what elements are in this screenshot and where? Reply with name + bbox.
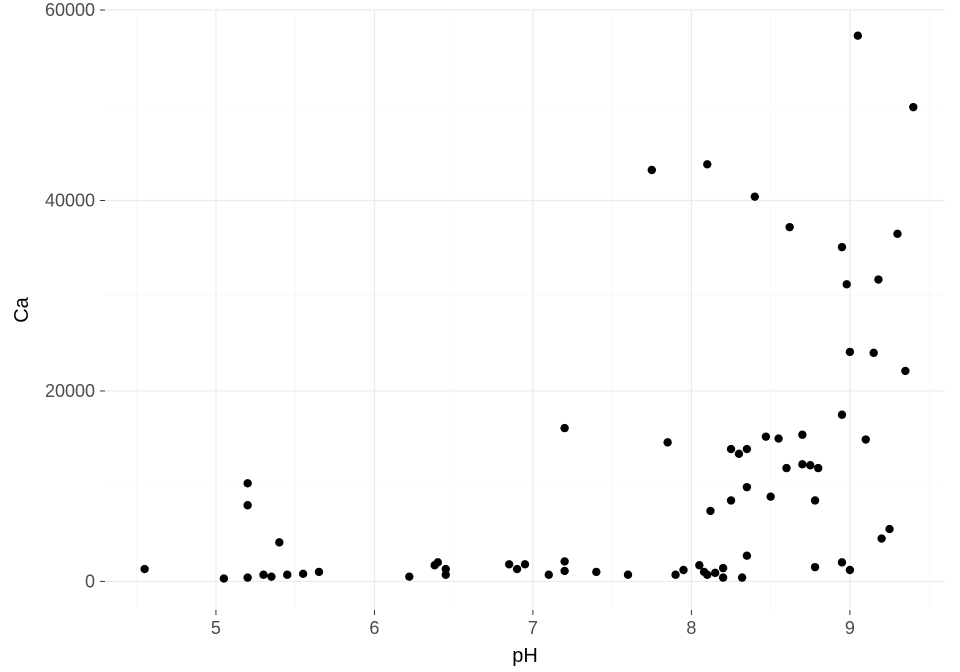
y-axis-title: Ca — [11, 296, 33, 322]
data-point — [560, 557, 568, 565]
data-point — [843, 280, 851, 288]
data-point — [648, 166, 656, 174]
data-point — [243, 573, 251, 581]
x-tick-label: 7 — [528, 618, 538, 638]
data-point — [267, 572, 275, 580]
data-point — [703, 571, 711, 579]
data-point — [785, 223, 793, 231]
data-point — [766, 492, 774, 500]
data-point — [738, 573, 746, 581]
data-point — [663, 438, 671, 446]
y-tick-label: 60000 — [45, 0, 95, 20]
y-tick-label: 40000 — [45, 190, 95, 210]
data-point — [679, 566, 687, 574]
data-point — [874, 275, 882, 283]
data-point — [521, 560, 529, 568]
data-point — [405, 572, 413, 580]
data-point — [299, 570, 307, 578]
data-point — [592, 568, 600, 576]
data-point — [315, 568, 323, 576]
data-point — [862, 435, 870, 443]
x-tick-label: 6 — [369, 618, 379, 638]
data-point — [885, 525, 893, 533]
data-point — [774, 434, 782, 442]
data-point — [798, 431, 806, 439]
data-point — [711, 569, 719, 577]
x-tick-label: 5 — [211, 618, 221, 638]
data-point — [545, 571, 553, 579]
data-point — [140, 565, 148, 573]
data-point — [838, 243, 846, 251]
data-point — [909, 103, 917, 111]
data-point — [877, 534, 885, 542]
data-point — [743, 483, 751, 491]
scatter-chart: 5 6 7 8 9 0 20000 40000 60000 pH Ca — [0, 0, 960, 672]
data-point — [719, 564, 727, 572]
data-point — [762, 432, 770, 440]
data-point — [220, 574, 228, 582]
data-point — [275, 538, 283, 546]
data-point — [727, 445, 735, 453]
data-point — [243, 501, 251, 509]
data-point — [811, 563, 819, 571]
data-point — [869, 349, 877, 357]
data-point — [901, 367, 909, 375]
data-point — [735, 450, 743, 458]
data-point — [434, 558, 442, 566]
data-point — [743, 552, 751, 560]
data-point — [283, 571, 291, 579]
data-point — [560, 567, 568, 575]
data-point — [243, 479, 251, 487]
data-point — [706, 507, 714, 515]
data-point — [671, 571, 679, 579]
data-point — [743, 445, 751, 453]
data-point — [838, 411, 846, 419]
data-point — [259, 571, 267, 579]
data-point — [727, 496, 735, 504]
data-point — [846, 566, 854, 574]
data-point — [719, 573, 727, 581]
data-point — [624, 571, 632, 579]
data-point — [811, 496, 819, 504]
data-point — [838, 558, 846, 566]
data-point — [814, 464, 822, 472]
data-point — [442, 571, 450, 579]
data-point — [806, 461, 814, 469]
x-axis-title: pH — [512, 645, 538, 667]
data-point — [798, 460, 806, 468]
x-tick-label: 9 — [845, 618, 855, 638]
data-point — [854, 32, 862, 40]
data-point — [846, 348, 854, 356]
data-point — [505, 560, 513, 568]
x-tick-label: 8 — [686, 618, 696, 638]
data-point — [893, 230, 901, 238]
y-tick-label: 0 — [85, 571, 95, 591]
data-point — [751, 192, 759, 200]
data-point — [782, 464, 790, 472]
data-point — [560, 424, 568, 432]
data-point — [513, 565, 521, 573]
data-point — [703, 160, 711, 168]
y-tick-label: 20000 — [45, 381, 95, 401]
